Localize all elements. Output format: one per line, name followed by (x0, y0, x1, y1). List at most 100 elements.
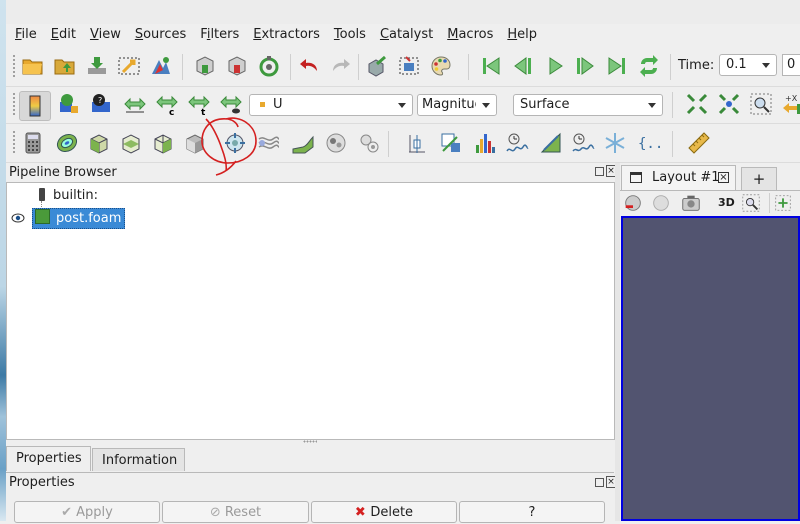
rescale-custom-range-icon[interactable]: c (154, 91, 180, 117)
time-value-combo[interactable]: 0.1 (719, 54, 777, 76)
camera-redo-icon[interactable] (650, 192, 672, 214)
reset-button[interactable]: ⊘ Reset (162, 501, 309, 523)
set-view-direction-plus-x-icon[interactable]: +X (780, 91, 800, 117)
play-icon[interactable] (542, 53, 568, 79)
connect-icon[interactable] (256, 53, 282, 79)
extract-level-icon[interactable] (356, 130, 382, 156)
plot-data-icon[interactable] (538, 130, 564, 156)
menu-filters[interactable]: Filters (193, 24, 246, 46)
time-index-spinbox[interactable]: 0 (782, 54, 800, 76)
save-screenshot-icon[interactable] (116, 53, 142, 79)
render-view-3d[interactable] (621, 216, 800, 521)
select-cells-on-icon[interactable] (772, 192, 794, 214)
splitter-handle[interactable] (303, 440, 317, 443)
ruler-icon[interactable] (686, 130, 712, 156)
camera-undo-icon[interactable] (364, 53, 390, 79)
next-frame-icon[interactable] (572, 53, 598, 79)
probe-location-icon[interactable] (404, 130, 430, 156)
time-value: 0.1 (726, 57, 747, 72)
histogram-icon[interactable] (472, 130, 498, 156)
loop-icon[interactable] (636, 53, 662, 79)
group-datasets-icon[interactable] (323, 130, 349, 156)
redo-icon[interactable] (328, 53, 354, 79)
menu-macros[interactable]: Macros (440, 24, 500, 46)
previous-frame-icon[interactable] (510, 53, 536, 79)
undo-icon[interactable] (296, 53, 322, 79)
open-recent-icon[interactable] (52, 53, 78, 79)
menu-help[interactable]: Help (500, 24, 544, 46)
reset-camera-icon[interactable] (396, 53, 422, 79)
palette-icon[interactable] (428, 53, 454, 79)
menu-tools[interactable]: Tools (327, 24, 373, 46)
plot-over-line-icon[interactable] (438, 130, 464, 156)
add-layout-tab[interactable]: + (741, 167, 777, 190)
save-data-icon[interactable] (84, 53, 110, 79)
menu-extractors[interactable]: Extractors (246, 24, 327, 46)
menu-sources[interactable]: Sources (128, 24, 193, 46)
camera-link-icon[interactable] (622, 192, 644, 214)
representation-combo[interactable]: Surface (513, 94, 663, 116)
menu-catalyst[interactable]: Catalyst (373, 24, 440, 46)
plot-over-time-icon[interactable] (504, 130, 530, 156)
zoom-to-data-icon[interactable] (716, 91, 742, 117)
delete-label: Delete (370, 505, 414, 520)
tab-information[interactable]: Information (92, 448, 185, 471)
pipeline-tree[interactable]: builtin: post.foam (6, 182, 615, 440)
clip-icon[interactable] (86, 130, 112, 156)
svg-text:c: c (169, 108, 174, 116)
delete-button[interactable]: ✖ Delete (311, 501, 457, 523)
plot-selection-over-time-icon[interactable] (570, 130, 596, 156)
last-frame-icon[interactable] (604, 53, 630, 79)
toggle-color-legend-button[interactable] (19, 91, 51, 121)
axes-grid-icon[interactable] (602, 130, 628, 156)
toolbar-separator (672, 131, 673, 157)
load-state-icon[interactable] (224, 53, 250, 79)
python-calculator-icon[interactable]: {..} (636, 130, 662, 156)
float-panel-icon[interactable] (595, 478, 604, 487)
close-tab-icon[interactable]: × (718, 172, 729, 183)
visibility-eye-icon[interactable] (11, 212, 25, 227)
pipeline-browser-title: Pipeline Browser × (6, 163, 617, 182)
pipeline-item-post-foam[interactable]: post.foam (32, 208, 126, 229)
zoom-to-box-icon[interactable] (748, 91, 774, 117)
menu-view[interactable]: View (83, 24, 128, 46)
time-label: Time: (678, 58, 715, 73)
post-foam-label: post.foam (56, 211, 122, 226)
rescale-custom-icon[interactable]: ? (88, 91, 114, 117)
save-state-icon[interactable] (192, 53, 218, 79)
help-button[interactable]: ? (459, 501, 605, 523)
toolbar-separator (672, 92, 673, 118)
toolbar-grip[interactable] (12, 92, 16, 116)
apply-icon: ✔ (61, 505, 77, 520)
rescale-to-data-range-icon[interactable] (122, 91, 148, 117)
toolbar-separator (468, 54, 469, 80)
color-component-combo[interactable]: Magnitude (417, 94, 497, 116)
apply-button[interactable]: ✔ Apply (14, 501, 160, 523)
toolbar-grip[interactable] (12, 54, 16, 78)
menu-file[interactable]: File (8, 24, 44, 46)
save-animation-icon[interactable] (148, 53, 174, 79)
reset-camera-closest-icon[interactable] (684, 91, 710, 117)
color-variable-combo[interactable]: U (249, 94, 413, 116)
toolbar-separator (388, 131, 389, 157)
menu-edit[interactable]: Edit (44, 24, 83, 46)
slice-icon[interactable] (118, 130, 144, 156)
capture-screenshot-icon[interactable] (680, 192, 702, 214)
first-frame-icon[interactable] (478, 53, 504, 79)
toggle-3d-button[interactable]: 3D (718, 196, 735, 209)
tab-properties[interactable]: Properties (6, 446, 91, 471)
representation-value: Surface (520, 97, 570, 112)
zoom-box-icon[interactable] (740, 192, 762, 214)
float-panel-icon[interactable] (595, 167, 604, 176)
edit-color-map-icon[interactable] (56, 91, 82, 117)
tab-layout-1[interactable]: Layout #1 × (621, 165, 736, 190)
warp-by-vector-icon[interactable] (290, 130, 316, 156)
calculator-icon[interactable] (20, 130, 46, 156)
layout-tab-label: Layout #1 (652, 170, 720, 185)
pipeline-item-builtin[interactable]: builtin: (39, 186, 98, 205)
threshold-icon[interactable] (150, 130, 176, 156)
toolbar-grip[interactable] (12, 130, 16, 154)
open-file-icon[interactable] (20, 53, 46, 79)
window-titlebar (6, 0, 800, 25)
contour-icon[interactable] (54, 130, 80, 156)
